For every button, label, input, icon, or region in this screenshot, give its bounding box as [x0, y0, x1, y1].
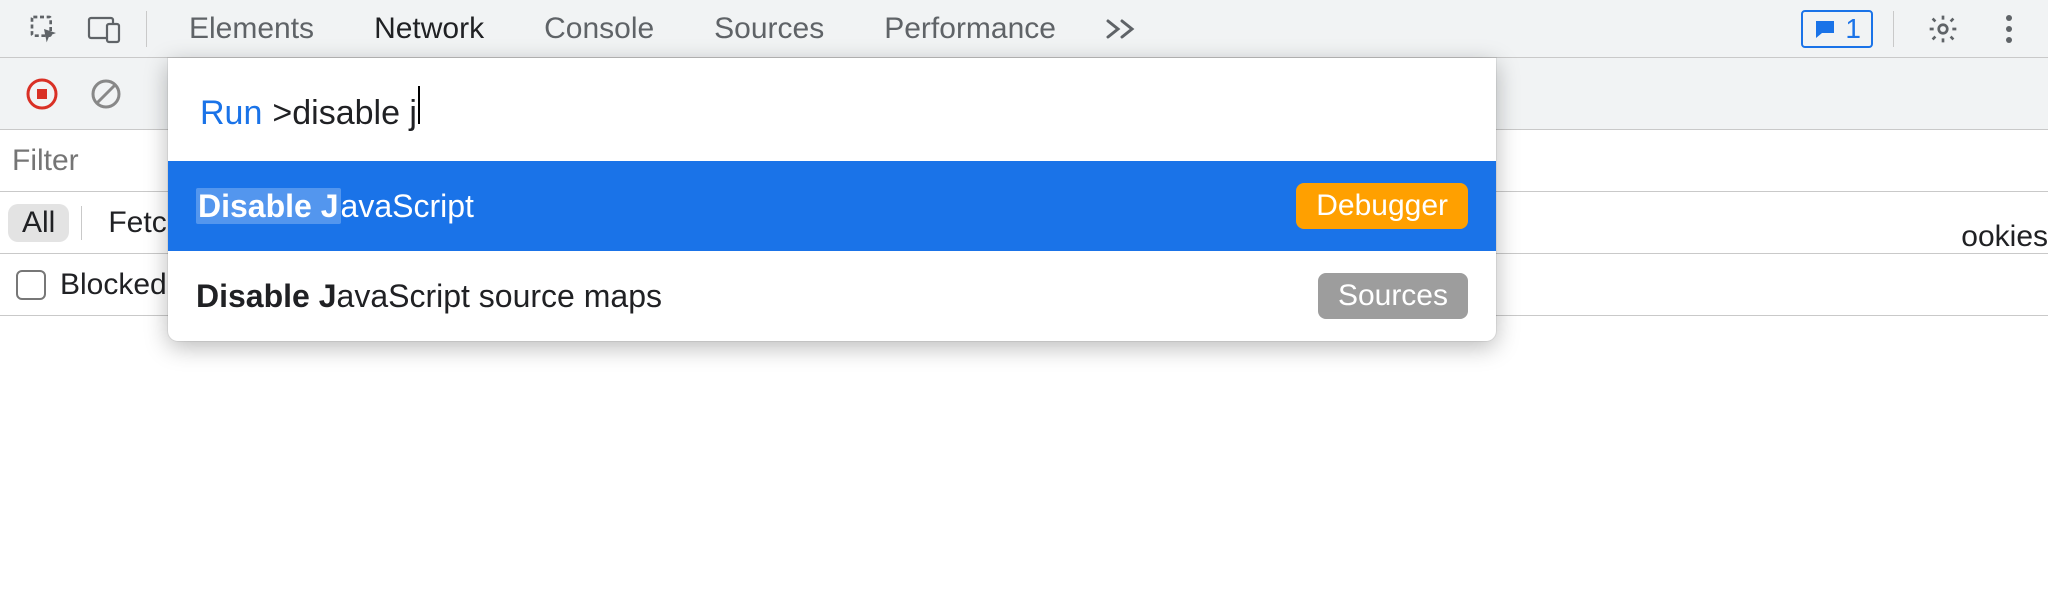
tab-performance[interactable]: Performance — [854, 0, 1086, 57]
separator — [146, 11, 147, 47]
tab-console[interactable]: Console — [514, 0, 684, 57]
command-item-disable-js-source-maps[interactable]: Disable JavaScript source maps Sources — [168, 251, 1496, 341]
chip-all[interactable]: All — [8, 204, 69, 242]
kebab-icon — [2005, 14, 2013, 44]
issues-count: 1 — [1845, 13, 1861, 45]
blocked-cookies-checkbox[interactable] — [16, 270, 46, 300]
filter-input[interactable] — [12, 144, 162, 178]
command-prefix: Run — [200, 94, 262, 133]
command-query: disable j — [292, 94, 417, 133]
cookies-label-fragment: ookies — [1955, 208, 2048, 266]
tab-label: Elements — [189, 12, 314, 46]
command-input-row[interactable]: Run > disable j — [168, 58, 1496, 161]
command-chevron: > — [272, 94, 292, 133]
command-item-disable-javascript[interactable]: Disable JavaScript Debugger — [168, 161, 1496, 251]
devtools-tabstrip: Elements Network Console Sources Perform… — [0, 0, 2048, 58]
device-toolbar-icon[interactable] — [74, 0, 134, 57]
clear-button[interactable] — [84, 72, 128, 116]
settings-button[interactable] — [1914, 13, 1972, 45]
command-item-title: Disable JavaScript — [196, 188, 474, 225]
blocked-label: Blocked — [60, 268, 167, 302]
command-item-badge: Debugger — [1296, 183, 1468, 229]
tab-label: Network — [374, 12, 484, 46]
kebab-menu-button[interactable] — [1980, 14, 2038, 44]
issues-counter[interactable]: 1 — [1801, 10, 1873, 48]
separator — [1893, 11, 1894, 47]
chat-icon — [1813, 17, 1837, 41]
tab-sources[interactable]: Sources — [684, 0, 854, 57]
tab-network[interactable]: Network — [344, 0, 514, 57]
inspect-element-icon[interactable] — [14, 0, 74, 57]
tab-elements[interactable]: Elements — [159, 0, 344, 57]
command-item-badge: Sources — [1318, 273, 1468, 319]
gear-icon — [1927, 13, 1959, 45]
more-tabs-button[interactable] — [1086, 0, 1158, 57]
record-button[interactable] — [20, 72, 64, 116]
tab-label: Sources — [714, 12, 824, 46]
tab-label: Console — [544, 12, 654, 46]
separator — [81, 206, 82, 240]
text-caret — [418, 86, 420, 124]
command-menu: Run > disable j Disable JavaScript Debug… — [168, 58, 1496, 341]
clear-icon — [90, 78, 122, 110]
command-item-title: Disable JavaScript source maps — [196, 278, 662, 315]
tab-label: Performance — [884, 12, 1056, 46]
record-icon — [25, 77, 59, 111]
chevrons-right-icon — [1104, 19, 1140, 39]
